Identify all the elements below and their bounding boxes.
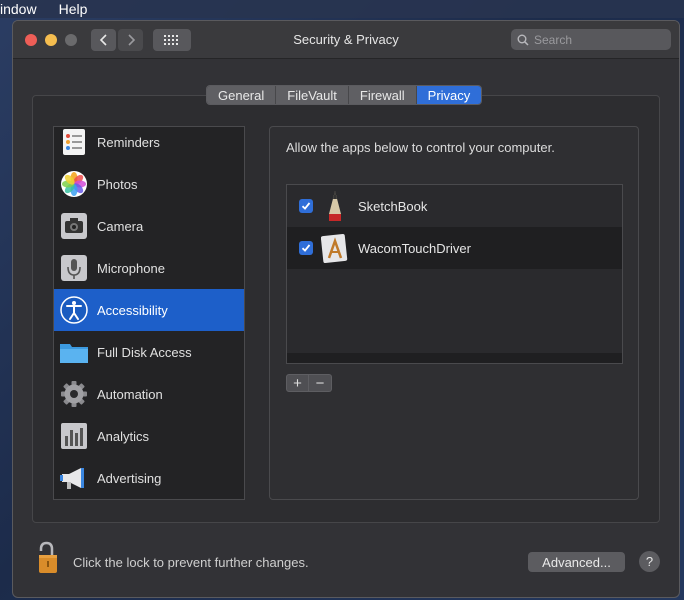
sketchbook-icon bbox=[321, 190, 349, 222]
analytics-icon bbox=[59, 421, 89, 451]
help-button[interactable]: ? bbox=[639, 551, 660, 572]
app-row-sketchbook[interactable]: SketchBook bbox=[287, 185, 622, 227]
tab-firewall[interactable]: Firewall bbox=[348, 86, 417, 104]
sidebar-item-label: Full Disk Access bbox=[97, 344, 192, 360]
sidebar-item-full-disk-access[interactable]: Full Disk Access bbox=[54, 331, 244, 373]
megaphone-icon bbox=[59, 463, 89, 493]
sidebar-item-label: Advertising bbox=[97, 470, 162, 486]
accessibility-icon bbox=[59, 295, 89, 325]
photos-icon bbox=[59, 169, 89, 199]
camera-icon bbox=[59, 211, 89, 241]
sidebar-item-label: Automation bbox=[97, 386, 163, 402]
tab-general[interactable]: General bbox=[207, 86, 277, 104]
menu-help[interactable]: Help bbox=[59, 1, 88, 17]
app-permission-pane: Allow the apps below to control your com… bbox=[269, 126, 639, 500]
app-checkbox[interactable] bbox=[299, 199, 313, 213]
empty-row bbox=[287, 311, 622, 353]
gear-icon bbox=[59, 379, 89, 409]
sidebar-item-microphone[interactable]: Microphone bbox=[54, 247, 244, 289]
microphone-icon bbox=[59, 253, 89, 283]
sidebar-item-label: Camera bbox=[97, 218, 144, 234]
reminders-icon bbox=[59, 127, 89, 157]
sidebar-item-label: Photos bbox=[97, 176, 138, 192]
lock-icon[interactable] bbox=[37, 541, 59, 575]
app-name: WacomTouchDriver bbox=[358, 240, 471, 256]
search-input[interactable] bbox=[534, 32, 664, 47]
wacom-icon bbox=[320, 232, 349, 264]
tab-bar: General FileVault Firewall Privacy bbox=[206, 85, 483, 105]
add-remove-controls: + − bbox=[286, 374, 332, 392]
sidebar-item-photos[interactable]: Photos bbox=[54, 163, 244, 205]
lock-status-text: Click the lock to prevent further change… bbox=[73, 555, 309, 570]
sidebar-item-accessibility[interactable]: Accessibility bbox=[54, 289, 244, 331]
security-privacy-window: Security & Privacy General FileVault Fir… bbox=[12, 20, 680, 598]
privacy-category-list: Reminders Photos Camera Microphone Acces… bbox=[53, 126, 245, 500]
advanced-button[interactable]: Advanced... bbox=[528, 552, 625, 572]
app-list: SketchBook WacomTouchDriver bbox=[286, 184, 623, 364]
permission-description: Allow the apps below to control your com… bbox=[286, 140, 555, 155]
checkmark-icon bbox=[301, 202, 311, 210]
sidebar-item-reminders[interactable]: Reminders bbox=[54, 127, 244, 163]
sidebar-item-label: Analytics bbox=[97, 428, 150, 444]
folder-icon bbox=[59, 337, 89, 367]
sidebar-item-automation[interactable]: Automation bbox=[54, 373, 244, 415]
sidebar-item-advertising[interactable]: Advertising bbox=[54, 457, 244, 499]
sidebar-item-label: Accessibility bbox=[97, 302, 168, 318]
app-name: SketchBook bbox=[358, 198, 428, 214]
menu-bar: indow Help bbox=[0, 0, 684, 18]
tab-privacy[interactable]: Privacy bbox=[416, 86, 482, 104]
menu-window[interactable]: indow bbox=[0, 1, 37, 17]
tab-filevault[interactable]: FileVault bbox=[276, 86, 349, 104]
sidebar-item-camera[interactable]: Camera bbox=[54, 205, 244, 247]
sidebar-item-label: Reminders bbox=[97, 134, 160, 150]
sidebar-item-analytics[interactable]: Analytics bbox=[54, 415, 244, 457]
add-app-button[interactable]: + bbox=[286, 374, 309, 392]
sidebar-item-label: Microphone bbox=[97, 260, 165, 276]
privacy-panel: Reminders Photos Camera Microphone Acces… bbox=[32, 95, 660, 523]
search-icon bbox=[517, 34, 529, 46]
title-bar: Security & Privacy bbox=[13, 21, 679, 59]
empty-row bbox=[287, 269, 622, 311]
app-checkbox[interactable] bbox=[299, 241, 313, 255]
app-row-wacomtouchdriver[interactable]: WacomTouchDriver bbox=[287, 227, 622, 269]
remove-app-button[interactable]: − bbox=[309, 374, 332, 392]
checkmark-icon bbox=[301, 244, 311, 252]
search-field[interactable] bbox=[511, 29, 671, 50]
